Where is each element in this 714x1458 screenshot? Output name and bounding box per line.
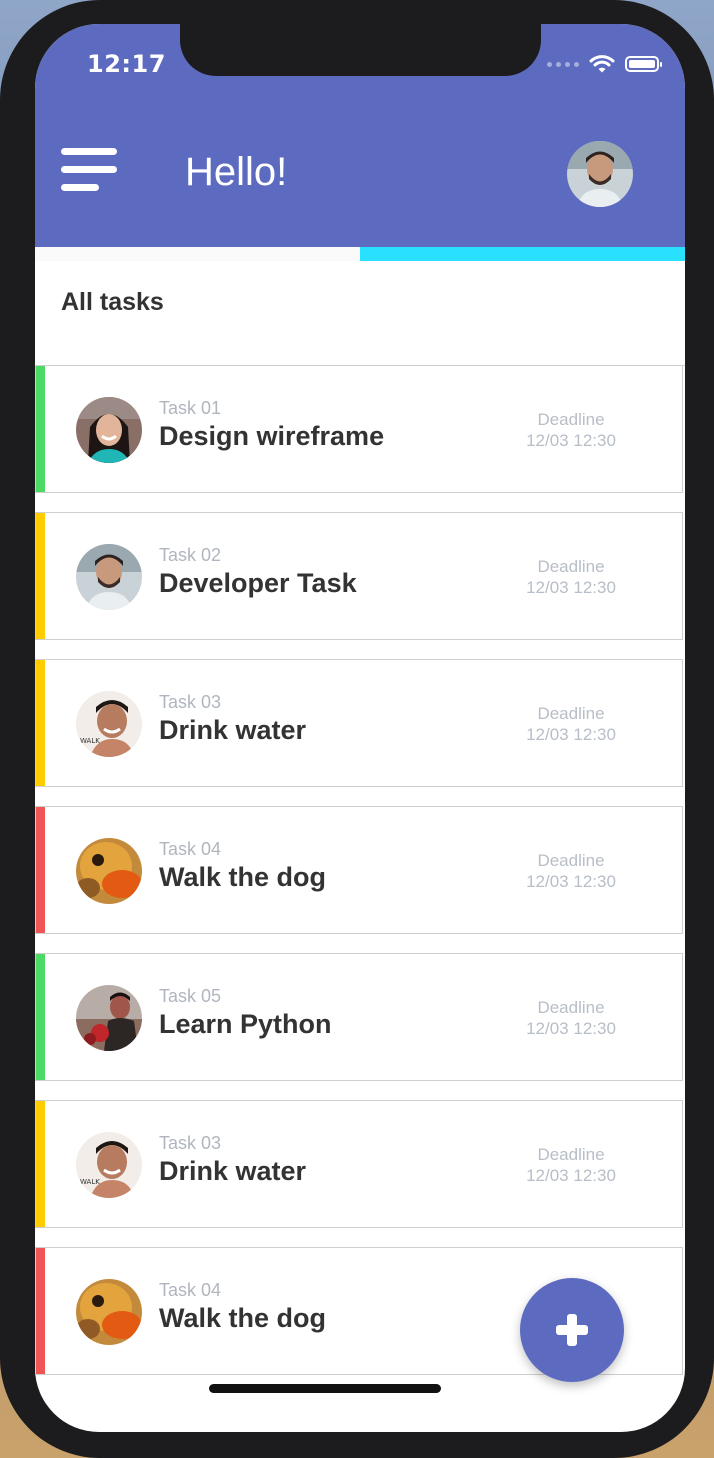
svg-text:WALK: WALK: [80, 1178, 100, 1186]
home-indicator: [209, 1384, 441, 1393]
greeting-title: Hello!: [185, 150, 288, 194]
wifi-icon: [589, 55, 615, 73]
task-deadline: Deadline 12/03 12:30: [506, 1144, 636, 1186]
task-number: Task 03: [159, 692, 222, 712]
task-status-accent: [36, 1101, 45, 1227]
task-deadline: Deadline 12/03 12:30: [506, 850, 636, 892]
task-card[interactable]: Task 05 Learn Python Deadline 12/03 12:30: [35, 953, 683, 1081]
task-deadline: Deadline 12/03 12:30: [506, 556, 636, 598]
deadline-label: Deadline: [537, 998, 605, 1017]
hamburger-menu-icon[interactable]: [61, 148, 117, 192]
task-assignee-avatar: [76, 544, 142, 610]
section-title: All tasks: [61, 288, 164, 316]
task-title: Design wireframe: [159, 421, 385, 451]
task-status-accent: [36, 660, 45, 786]
task-assignee-avatar: WALK: [76, 691, 142, 757]
task-title: Walk the dog: [159, 862, 326, 892]
task-title: Developer Task: [159, 568, 357, 598]
task-card[interactable]: Task 04 Walk the dog Deadline 12/03 12:30: [35, 806, 683, 934]
signal-icon: [547, 61, 579, 67]
task-number: Task 05: [159, 986, 222, 1006]
task-number: Task 01: [159, 398, 222, 418]
task-deadline: Deadline 12/03 12:30: [506, 409, 636, 451]
battery-icon: [625, 56, 662, 72]
device-frame: 12:17 Hello! All tasks Task 01 Design wi…: [0, 0, 714, 1458]
deadline-label: Deadline: [537, 410, 605, 429]
status-icons: [547, 54, 662, 74]
task-status-accent: [36, 1248, 45, 1374]
task-deadline: Deadline 12/03 12:30: [506, 703, 636, 745]
app-screen: 12:17 Hello! All tasks Task 01 Design wi…: [35, 24, 685, 1432]
profile-avatar[interactable]: [567, 141, 633, 207]
task-title: Drink water: [159, 1156, 307, 1186]
deadline-label: Deadline: [537, 1145, 605, 1164]
task-assignee-avatar: [76, 838, 142, 904]
status-time: 12:17: [87, 50, 166, 78]
deadline-value: 12/03 12:30: [526, 578, 616, 597]
task-card[interactable]: WALK Task 03 Drink water Deadline 12/03 12:3…: [35, 659, 683, 787]
progress-bar: [35, 247, 685, 261]
task-status-accent: [36, 366, 45, 492]
task-number: Task 02: [159, 545, 222, 565]
task-number: Task 04: [159, 839, 222, 859]
deadline-value: 12/03 12:30: [526, 1166, 616, 1185]
task-status-accent: [36, 954, 45, 1080]
deadline-value: 12/03 12:30: [526, 725, 616, 744]
task-title: Learn Python: [159, 1009, 332, 1039]
task-card[interactable]: Task 01 Design wireframe Deadline 12/03 12:…: [35, 365, 683, 493]
deadline-value: 12/03 12:30: [526, 1019, 616, 1038]
deadline-value: 12/03 12:30: [526, 431, 616, 450]
task-number: Task 04: [159, 1280, 222, 1300]
deadline-label: Deadline: [537, 851, 605, 870]
task-assignee-avatar: WALK: [76, 1132, 142, 1198]
deadline-label: Deadline: [537, 557, 605, 576]
deadline-label: Deadline: [537, 704, 605, 723]
task-card[interactable]: WALK Task 03 Drink water Deadline 12/03 12:3…: [35, 1100, 683, 1228]
task-title: Walk the dog: [159, 1303, 326, 1333]
task-assignee-avatar: [76, 985, 142, 1051]
task-number: Task 03: [159, 1133, 222, 1153]
task-status-accent: [36, 807, 45, 933]
task-assignee-avatar: [76, 397, 142, 463]
task-deadline: Deadline 12/03 12:30: [506, 997, 636, 1039]
progress-fill: [360, 247, 685, 261]
task-title: Drink water: [159, 715, 307, 745]
task-assignee-avatar: [76, 1279, 142, 1345]
task-card[interactable]: Task 02 Developer Task Deadline 12/03 12:30: [35, 512, 683, 640]
task-status-accent: [36, 513, 45, 639]
device-notch: [180, 24, 541, 76]
deadline-value: 12/03 12:30: [526, 872, 616, 891]
svg-text:WALK: WALK: [80, 737, 100, 745]
add-task-button[interactable]: [520, 1278, 624, 1382]
